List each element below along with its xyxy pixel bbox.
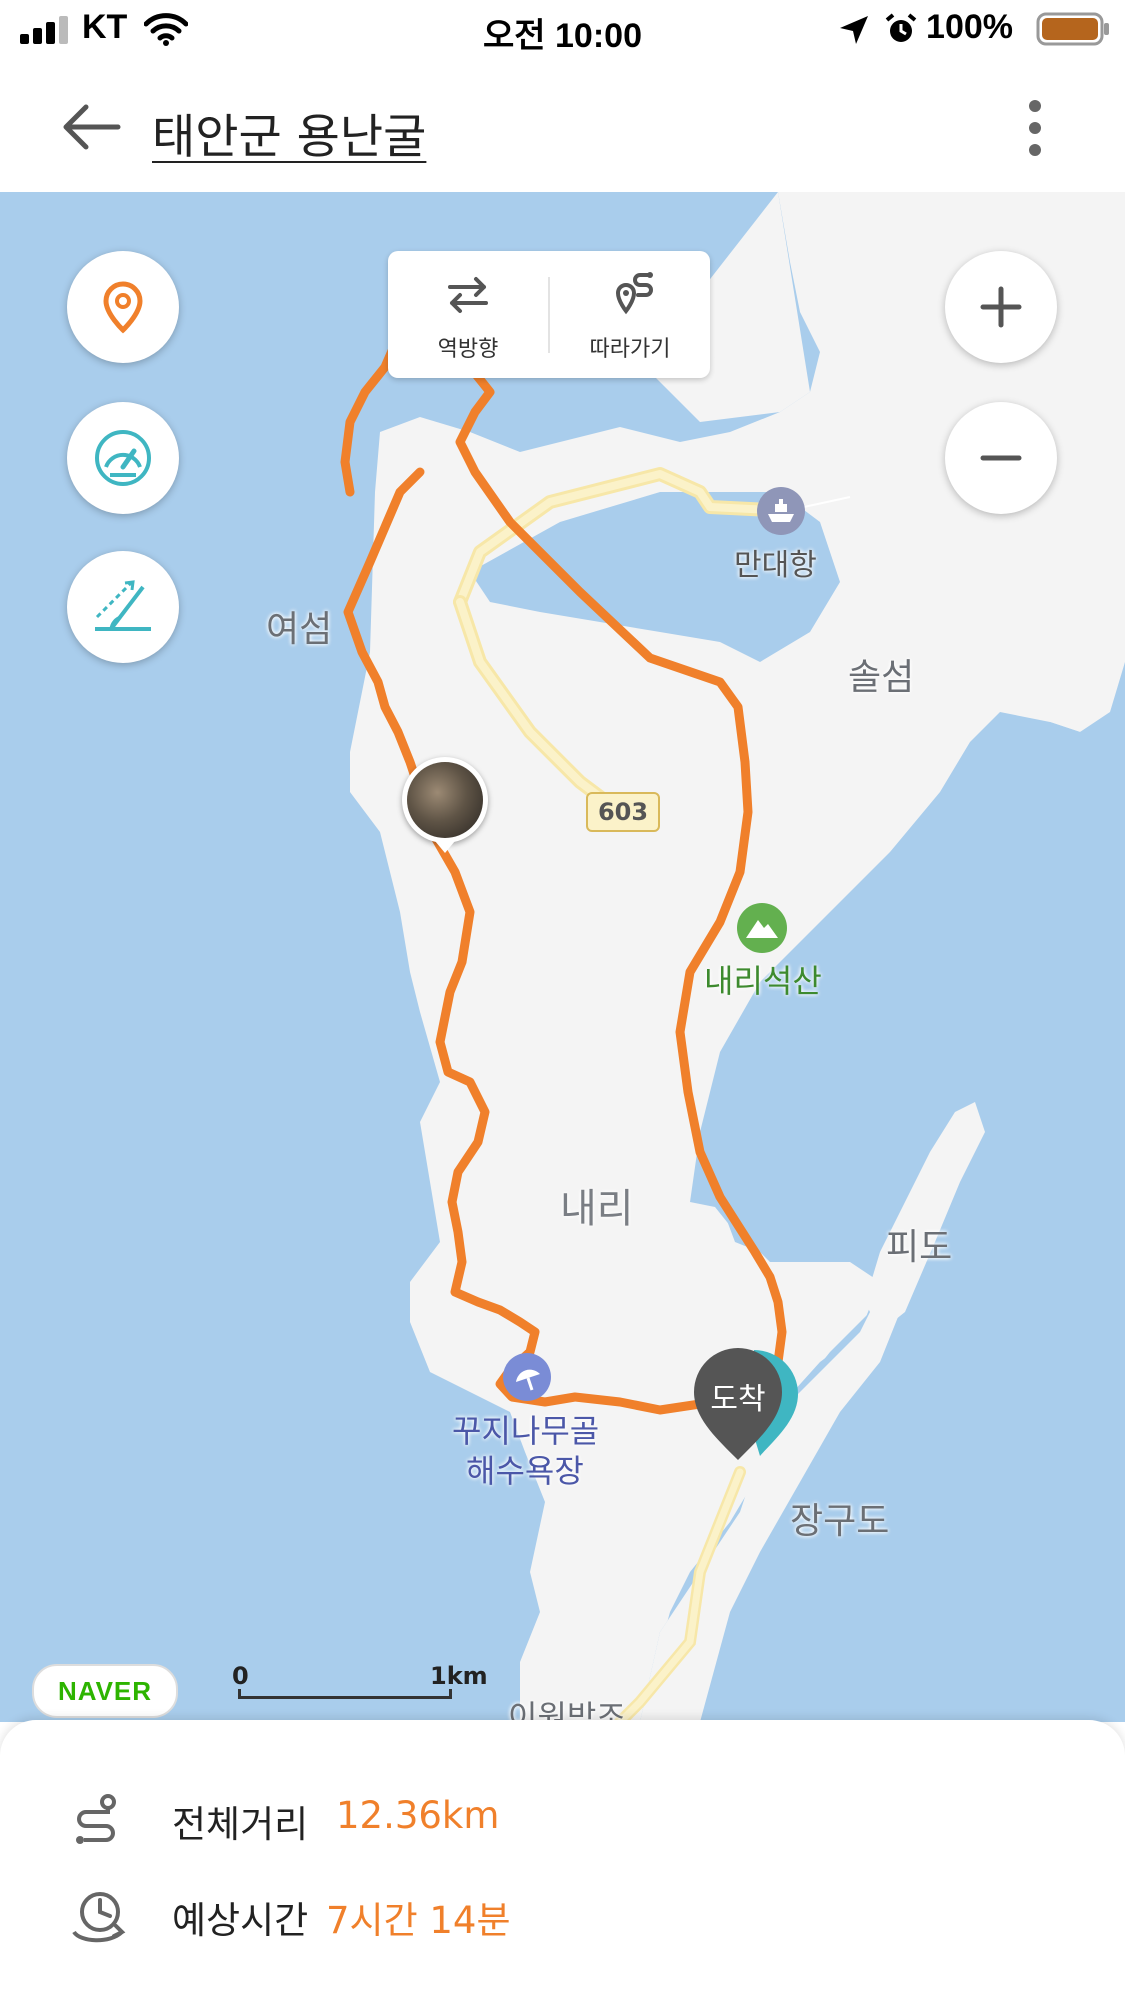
place-label-iwonbangjo: 이원방조: [508, 1698, 626, 1722]
plus-icon: [980, 286, 1022, 328]
top-navigation-bar: 태안군 용난굴: [0, 62, 1125, 192]
status-bar: KT 오전 10:00 100%: [0, 0, 1125, 62]
distance-label: 전체거리: [172, 1803, 309, 1846]
place-label-naeri: 내리: [560, 1186, 634, 1232]
location-pin-icon: [103, 281, 143, 334]
distance-value: 12.36km: [336, 1794, 500, 1837]
time-value: 7시간 14분: [326, 1899, 511, 1942]
place-label-ggujinamugol-line2: 해수욕장: [466, 1452, 584, 1490]
clock-icon: [72, 1892, 126, 1943]
arrival-marker-label: 도착: [710, 1382, 766, 1417]
current-location-button[interactable]: [67, 251, 179, 363]
page-title: 태안군 용난굴: [152, 110, 427, 165]
battery-percent: 100%: [926, 8, 1013, 46]
photo-marker[interactable]: [402, 757, 492, 853]
back-arrow-icon[interactable]: [60, 102, 122, 152]
swap-arrows-icon: [448, 277, 488, 313]
zoom-in-button[interactable]: [945, 251, 1057, 363]
route-control-box: 역방향 따라가기: [388, 251, 710, 378]
zoom-out-button[interactable]: [945, 402, 1057, 514]
route-summary-panel: 전체거리 12.36km 예상시간 7시간 14분: [0, 1720, 1125, 2001]
place-label-janggudo: 장구도: [790, 1501, 890, 1542]
map-canvas: [340, 192, 1125, 1722]
place-label-pido: 피도: [886, 1227, 953, 1268]
scale-start-label: 0: [232, 1662, 249, 1690]
mountain-icon: [737, 903, 787, 953]
minus-icon: [980, 455, 1022, 461]
map-view[interactable]: 여섬 만대항 솔섬 603 내리석산 내리 피도 꾸지나무골 해수욕장 장구도 …: [0, 192, 1125, 1722]
naver-logo: NAVER: [32, 1664, 178, 1718]
battery-icon: [1036, 12, 1109, 46]
place-label-yeoseom: 여섬: [266, 609, 333, 650]
follow-route-icon: [615, 272, 653, 315]
ferry-icon: [757, 487, 805, 535]
beach-icon: [503, 1353, 551, 1401]
slope-icon: [95, 580, 151, 631]
alarm-icon: [885, 13, 917, 42]
photo-thumbnail: [407, 762, 483, 838]
time-row: 예상시간 7시간 14분: [0, 1882, 1125, 1943]
reverse-direction-label: 역방향: [437, 337, 499, 362]
elevation-button[interactable]: [67, 551, 179, 663]
arrival-marker[interactable]: 도착: [690, 1344, 800, 1464]
time-label: 예상시간: [172, 1899, 309, 1942]
road-number-text: 603: [597, 798, 649, 826]
location-arrow-icon: [840, 16, 868, 44]
place-label-solseom: 솔섬: [848, 657, 915, 698]
speed-gauge-button[interactable]: [67, 402, 179, 514]
scale-bar: [238, 1689, 452, 1699]
route-distance-icon: [76, 1794, 116, 1844]
follow-route-label: 따라가기: [589, 337, 671, 362]
place-label-naeri-seoksan: 내리석산: [704, 962, 822, 1000]
distance-row: 전체거리 12.36km: [0, 1786, 1125, 1846]
road-number-badge: 603: [586, 792, 660, 832]
reverse-direction-button[interactable]: 역방향: [388, 251, 548, 378]
scale-end-label: 1km: [430, 1662, 488, 1690]
follow-route-button[interactable]: 따라가기: [550, 251, 710, 378]
place-label-mandae-port: 만대항: [734, 548, 817, 583]
more-options-icon[interactable]: [1025, 98, 1045, 158]
speedometer-icon: [95, 430, 151, 486]
naver-logo-text: NAVER: [57, 1675, 153, 1706]
